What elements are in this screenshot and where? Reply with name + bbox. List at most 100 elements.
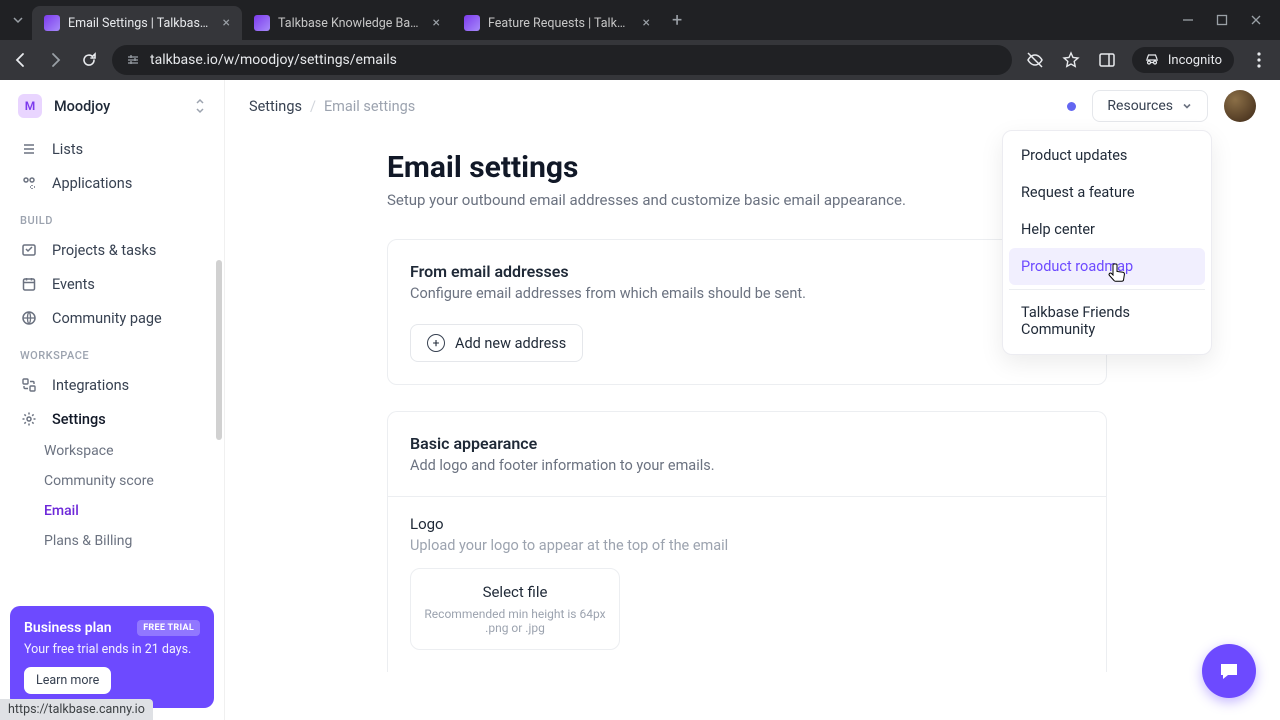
new-tab-button[interactable]: + [662, 10, 692, 31]
dropdown-item-help-center[interactable]: Help center [1009, 211, 1205, 248]
address-bar[interactable]: talkbase.io/w/moodjoy/settings/emails [112, 45, 1012, 75]
main-area: Settings / Email settings Resources Prod… [225, 80, 1280, 720]
side-panel-icon[interactable] [1096, 49, 1118, 71]
minimize-window-icon[interactable] [1180, 12, 1196, 28]
sidebar-sub-email[interactable]: Email [0, 496, 224, 526]
sidebar-label: Settings [52, 411, 106, 428]
incognito-label: Incognito [1168, 53, 1222, 68]
incognito-badge[interactable]: Incognito [1132, 47, 1234, 73]
chevron-down-icon [1181, 100, 1193, 112]
back-button[interactable] [10, 49, 32, 71]
add-address-label: Add new address [455, 335, 566, 352]
close-window-icon[interactable] [1248, 12, 1264, 28]
projects-icon [20, 241, 38, 259]
sidebar: M Moodjoy Lists Applications BUILD Proje… [0, 80, 225, 720]
sidebar-sub-workspace[interactable]: Workspace [0, 436, 224, 466]
chat-fab-button[interactable] [1202, 644, 1256, 698]
incognito-icon [1144, 52, 1160, 68]
sidebar-label: Projects & tasks [52, 242, 156, 259]
browser-tab-1[interactable]: Talkbase Knowledge Base × [242, 6, 452, 40]
promo-badge: FREE TRIAL [137, 620, 200, 636]
resources-dropdown-button[interactable]: Resources [1092, 90, 1208, 122]
sidebar-item-applications[interactable]: Applications [0, 166, 224, 200]
close-tab-icon[interactable]: × [223, 15, 230, 31]
select-file-label: Select file [423, 583, 607, 601]
sidebar-label: Applications [52, 175, 132, 192]
sidebar-section-workspace: WORKSPACE [0, 335, 224, 368]
sidebar-label: Lists [52, 141, 83, 158]
sidebar-sub-community-score[interactable]: Community score [0, 466, 224, 496]
sidebar-label: Integrations [52, 377, 129, 394]
file-rec-1: Recommended min height is 64px [423, 607, 607, 621]
chevron-updown-icon [194, 98, 206, 114]
sidebar-item-integrations[interactable]: Integrations [0, 368, 224, 402]
calendar-icon [20, 275, 38, 293]
card-subtitle: Configure email addresses from which ema… [410, 285, 1084, 302]
promo-learn-more-button[interactable]: Learn more [24, 667, 111, 694]
tab-title: Talkbase Knowledge Base [278, 16, 421, 31]
sidebar-item-events[interactable]: Events [0, 267, 224, 301]
sidebar-label: Events [52, 276, 95, 293]
resources-dropdown-menu: Product updates Request a feature Help c… [1002, 130, 1212, 355]
card-title: From email addresses [410, 262, 1084, 281]
close-tab-icon[interactable]: × [433, 15, 440, 31]
eye-off-icon[interactable] [1024, 49, 1046, 71]
workspace-switcher[interactable]: M Moodjoy [0, 80, 224, 132]
breadcrumb: Settings / Email settings [249, 98, 415, 115]
sidebar-item-lists[interactable]: Lists [0, 132, 224, 166]
sidebar-scrollbar[interactable] [216, 260, 222, 440]
sidebar-item-projects[interactable]: Projects & tasks [0, 233, 224, 267]
sidebar-label: Community page [52, 310, 162, 327]
tab-title: Feature Requests | Talkbase [488, 16, 631, 31]
globe-icon [20, 309, 38, 327]
dropdown-item-product-roadmap[interactable]: Product roadmap [1009, 248, 1205, 285]
browser-tab-strip: Email Settings | Talkbase.io × Talkbase … [0, 0, 1280, 40]
workspace-name: Moodjoy [54, 98, 182, 115]
sidebar-sub-plans-billing[interactable]: Plans & Billing [0, 526, 224, 556]
from-addresses-card: From email addresses Configure email add… [387, 239, 1107, 385]
card-title: Basic appearance [410, 434, 1084, 453]
integrations-icon [20, 376, 38, 394]
resources-label: Resources [1107, 98, 1173, 114]
favicon-icon [464, 15, 480, 31]
sidebar-section-build: BUILD [0, 200, 224, 233]
maximize-window-icon[interactable] [1214, 12, 1230, 28]
browser-toolbar: talkbase.io/w/moodjoy/settings/emails In… [0, 40, 1280, 80]
dropdown-item-friends-community[interactable]: Talkbase Friends Community [1009, 294, 1205, 348]
reload-button[interactable] [78, 49, 100, 71]
sidebar-item-community-page[interactable]: Community page [0, 301, 224, 335]
favicon-icon [44, 15, 60, 31]
appearance-card: Basic appearance Add logo and footer inf… [387, 411, 1107, 672]
promo-card: Business plan FREE TRIAL Your free trial… [10, 606, 214, 708]
forward-button[interactable] [44, 49, 66, 71]
browser-tab-2[interactable]: Feature Requests | Talkbase × [452, 6, 662, 40]
dropdown-divider [1009, 289, 1205, 290]
apps-icon [20, 174, 38, 192]
site-settings-icon[interactable] [126, 53, 140, 67]
chat-icon [1216, 658, 1242, 684]
notification-dot-icon[interactable] [1067, 102, 1076, 111]
logo-label: Logo [410, 515, 1084, 533]
topbar: Settings / Email settings Resources [225, 80, 1280, 132]
browser-tab-0[interactable]: Email Settings | Talkbase.io × [32, 6, 242, 40]
dropdown-item-request-feature[interactable]: Request a feature [1009, 174, 1205, 211]
file-rec-2: .png or .jpg [423, 621, 607, 635]
close-tab-icon[interactable]: × [643, 15, 650, 31]
breadcrumb-root[interactable]: Settings [249, 98, 302, 115]
bookmark-star-icon[interactable] [1060, 49, 1082, 71]
add-address-button[interactable]: + Add new address [410, 324, 583, 362]
promo-subtitle: Your free trial ends in 21 days. [24, 642, 200, 657]
file-upload-dropzone[interactable]: Select file Recommended min height is 64… [410, 568, 620, 650]
plus-circle-icon: + [427, 334, 445, 352]
breadcrumb-current: Email settings [324, 98, 415, 115]
browser-menu-icon[interactable] [1248, 49, 1270, 71]
browser-status-bar: https://talkbase.canny.io [0, 699, 153, 720]
sidebar-item-settings[interactable]: Settings [0, 402, 224, 436]
favicon-icon [254, 15, 270, 31]
dropdown-item-product-updates[interactable]: Product updates [1009, 137, 1205, 174]
workspace-initial: M [18, 94, 42, 118]
breadcrumb-separator: / [310, 98, 316, 115]
user-avatar[interactable] [1224, 90, 1256, 122]
card-subtitle: Add logo and footer information to your … [410, 457, 1084, 474]
tab-search-dropdown[interactable] [8, 10, 28, 30]
